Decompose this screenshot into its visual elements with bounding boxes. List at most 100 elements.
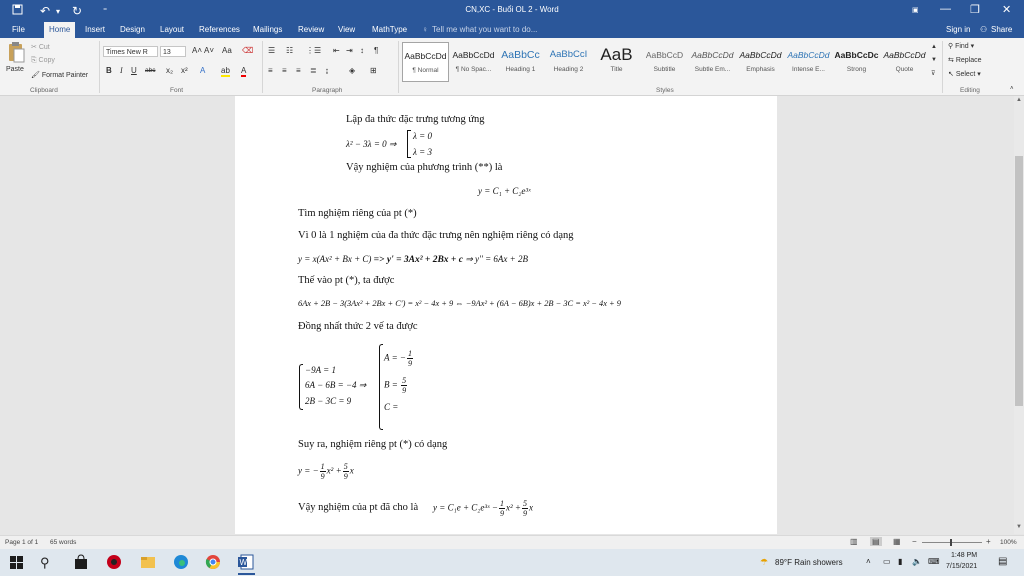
align-left-icon[interactable]: ≡	[268, 66, 273, 75]
find-button[interactable]: ⚲ Find ▾	[948, 42, 974, 50]
sign-in-link[interactable]: Sign in	[946, 25, 970, 35]
font-color-icon[interactable]: A	[241, 66, 247, 77]
clear-formatting-icon[interactable]: ⌫	[242, 46, 253, 55]
subscript-icon[interactable]: x₂	[166, 66, 173, 75]
tab-file[interactable]: File	[12, 25, 25, 35]
italic-icon[interactable]: I	[120, 66, 123, 75]
style-heading-1[interactable]: AaBbCc Heading 1	[497, 42, 544, 82]
font-name-combo[interactable]: Times New R	[103, 46, 158, 57]
style-heading-2[interactable]: AaBbCcI Heading 2	[545, 42, 592, 82]
store-icon[interactable]	[73, 554, 90, 571]
minimize-button[interactable]: —	[940, 3, 951, 15]
windows-start-icon[interactable]	[10, 554, 27, 571]
collapse-ribbon-icon[interactable]: ˄	[1010, 86, 1014, 92]
clock-time[interactable]: 1:48 PM	[951, 552, 977, 559]
document-page[interactable]: Lập đa thức đặc trưng tương ứng λ² − 3λ …	[235, 96, 777, 534]
align-center-icon[interactable]: ≡	[282, 66, 287, 75]
network-icon[interactable]: ▭	[883, 557, 891, 566]
change-case-icon[interactable]: Aa	[222, 46, 232, 55]
vertical-scrollbar[interactable]: ▲ ▼	[1014, 96, 1024, 534]
share-button[interactable]: Share	[991, 25, 1012, 35]
style-emphasis[interactable]: AaBbCcDd Emphasis	[737, 42, 784, 82]
replace-button[interactable]: ⇆ Replace	[948, 56, 982, 64]
decrease-indent-icon[interactable]: ⇤	[333, 46, 340, 55]
shrink-font-icon[interactable]: A˅	[204, 46, 214, 55]
line-spacing-icon[interactable]: ↨	[325, 66, 329, 75]
font-size-combo[interactable]: 13	[160, 46, 186, 57]
close-button[interactable]: ✕	[1002, 3, 1011, 16]
word-count[interactable]: 65 words	[50, 539, 76, 546]
strikethrough-icon[interactable]: abc	[145, 67, 155, 74]
style-subtle-emphasis[interactable]: AaBbCcDd Subtle Em...	[689, 42, 736, 82]
notification-icon[interactable]: ▤	[998, 556, 1007, 567]
bullets-icon[interactable]: ☰	[268, 46, 275, 55]
zoom-out-icon[interactable]: −	[912, 537, 917, 546]
bold-icon[interactable]: B	[106, 66, 112, 75]
style-quote[interactable]: AaBbCcDd Quote	[881, 42, 928, 82]
show-marks-icon[interactable]: ¶	[374, 46, 378, 55]
weather-text[interactable]: 89°F Rain showers	[775, 558, 843, 567]
style-strong[interactable]: AaBbCcDc Strong	[833, 42, 880, 82]
paste-button[interactable]: Paste	[6, 66, 24, 73]
underline-icon[interactable]: U	[131, 66, 137, 75]
app-icon[interactable]	[106, 554, 123, 571]
ribbon-display-icon[interactable]: ▣	[912, 6, 919, 14]
search-icon[interactable]: ⚲	[40, 554, 57, 571]
keyboard-icon[interactable]: ⌨	[928, 557, 940, 566]
restore-button[interactable]: ❐	[970, 3, 980, 16]
battery-icon[interactable]: ▮	[898, 557, 902, 566]
styles-more-icon[interactable]: ⊽	[931, 70, 935, 77]
tab-layout[interactable]: Layout	[160, 25, 184, 35]
share-icon[interactable]: ⚇	[980, 25, 987, 35]
tab-references[interactable]: References	[199, 25, 240, 35]
superscript-icon[interactable]: x²	[181, 66, 188, 75]
increase-indent-icon[interactable]: ⇥	[346, 46, 353, 55]
format-painter-button[interactable]: 🖌 Format Painter	[31, 71, 88, 79]
scroll-up-icon[interactable]: ▲	[1016, 97, 1022, 103]
volume-icon[interactable]: 🔈	[912, 557, 922, 566]
style-normal[interactable]: AaBbCcDd ¶ Normal	[402, 42, 449, 82]
read-mode-icon[interactable]: ▥	[850, 537, 858, 546]
style-no-spacing[interactable]: AaBbCcDd ¶ No Spac...	[450, 42, 497, 82]
multilevel-list-icon[interactable]: ⋮☰	[306, 46, 321, 55]
select-button[interactable]: ↖ Select ▾	[948, 70, 981, 78]
scrollbar-thumb[interactable]	[1015, 156, 1023, 406]
print-layout-icon[interactable]: ▤	[870, 537, 882, 546]
chrome-icon[interactable]	[205, 554, 222, 571]
tab-insert[interactable]: Insert	[85, 25, 105, 35]
edge-icon[interactable]	[173, 554, 190, 571]
clock-date[interactable]: 7/15/2021	[946, 563, 977, 570]
tab-design[interactable]: Design	[120, 25, 145, 35]
justify-icon[interactable]: ≣	[310, 66, 317, 75]
page-count[interactable]: Page 1 of 1	[5, 539, 38, 546]
tab-home[interactable]: Home	[44, 22, 76, 38]
weather-icon[interactable]: ☂	[760, 557, 768, 568]
show-hidden-icons-icon[interactable]: ˄	[866, 557, 871, 566]
tab-view[interactable]: View	[338, 25, 355, 35]
scroll-down-icon[interactable]: ▼	[1016, 524, 1022, 530]
grow-font-icon[interactable]: A˄	[192, 46, 202, 55]
styles-scroll-up-icon[interactable]: ▲	[931, 44, 937, 50]
numbering-icon[interactable]: ☷	[286, 46, 293, 55]
tab-mathtype[interactable]: MathType	[372, 25, 407, 35]
tab-mailings[interactable]: Mailings	[253, 25, 282, 35]
align-right-icon[interactable]: ≡	[296, 66, 301, 75]
cut-button[interactable]: ✂ Cut	[31, 43, 50, 51]
file-explorer-icon[interactable]	[140, 554, 157, 571]
borders-icon[interactable]: ⊞	[370, 66, 377, 75]
paste-icon[interactable]	[7, 41, 25, 65]
highlight-icon[interactable]: ab	[221, 66, 230, 77]
copy-button[interactable]: ⎘ Copy	[31, 57, 55, 65]
sort-icon[interactable]: ↕	[360, 46, 364, 55]
tell-me-box[interactable]: Tell me what you want to do...	[432, 25, 537, 35]
shading-icon[interactable]: ◈	[349, 66, 355, 75]
zoom-level[interactable]: 100%	[1000, 539, 1017, 546]
zoom-slider-thumb[interactable]	[950, 539, 952, 546]
tab-review[interactable]: Review	[298, 25, 324, 35]
zoom-slider[interactable]	[922, 542, 982, 543]
style-subtitle[interactable]: AaBbCcD Subtitle	[641, 42, 688, 82]
web-layout-icon[interactable]: ▦	[893, 537, 901, 546]
word-icon[interactable]: W	[238, 554, 255, 575]
styles-scroll-down-icon[interactable]: ▼	[931, 57, 937, 63]
style-intense-emphasis[interactable]: AaBbCcDd Intense E...	[785, 42, 832, 82]
